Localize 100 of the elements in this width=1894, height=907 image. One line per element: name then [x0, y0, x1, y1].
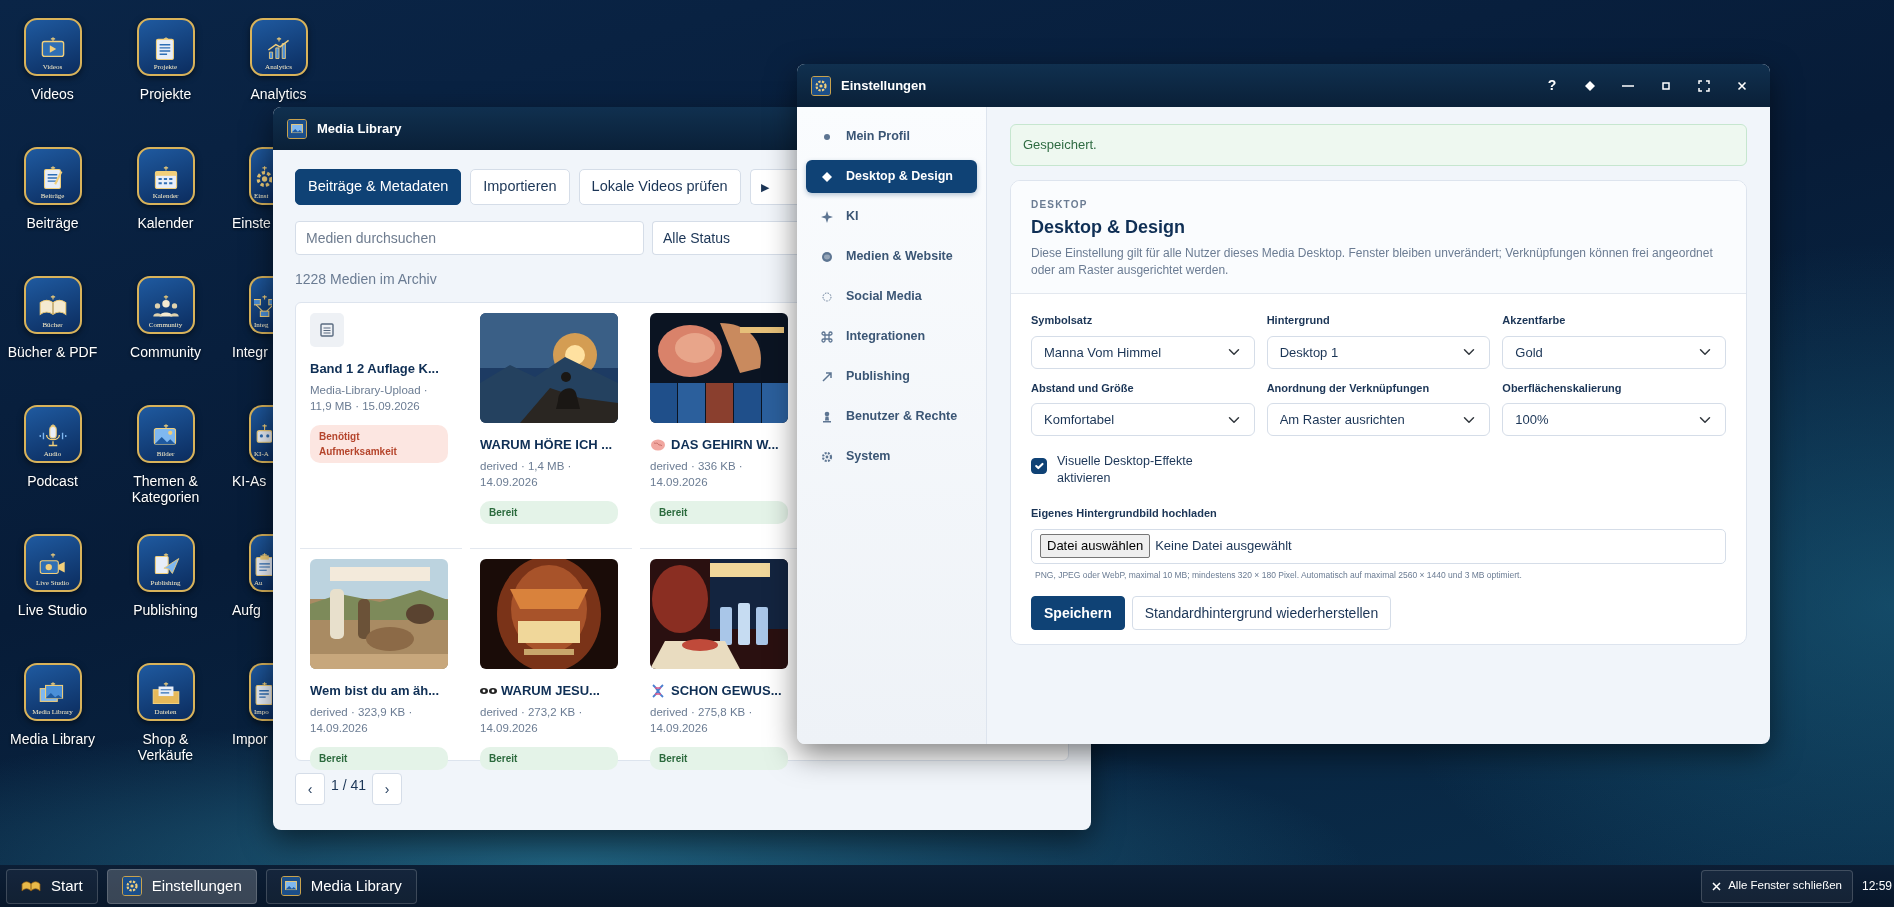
field-label: Abstand und Größe [1031, 380, 1135, 396]
nav-item[interactable]: Mein Profil [806, 120, 977, 153]
icon-label[interactable]: Kalender [113, 215, 218, 232]
image-icon [280, 876, 301, 896]
close-icon [1712, 881, 1722, 891]
media-meta: derived · 273,2 KB · 14.09.2026 [480, 704, 584, 737]
dropdown[interactable]: Gold [1502, 335, 1726, 369]
status-badge: Bereit [480, 500, 618, 524]
field-label: Akzentfarbe [1502, 313, 1567, 329]
help-text: PNG, JPEG oder WebP, maximal 10 MB; mindestens 320 × 180 Pixel. Automatisch auf maximal 2560 × 1440 und 3 MB optimiert. [1035, 568, 1523, 582]
status-badge: Bereit [650, 746, 788, 770]
icon-label[interactable]: Videos [0, 86, 105, 103]
icon-label[interactable]: Integr [232, 344, 268, 361]
status-badge: Bereit [650, 500, 788, 524]
media-meta: derived · 336 KB · 14.09.2026 [650, 458, 744, 491]
icon-label[interactable]: KI-As [232, 473, 267, 490]
book-icon [21, 879, 41, 893]
icon-label[interactable]: Aufg [232, 602, 261, 619]
clock: 12:59 [1861, 878, 1892, 895]
close-all-button[interactable]: Alle Fenster schließen [1701, 869, 1853, 903]
icon-label[interactable]: Community [113, 344, 218, 361]
icon-label[interactable]: Bücher & PDF [0, 344, 105, 361]
person-icon [820, 409, 834, 424]
taskbar-item[interactable]: Einstellungen [106, 868, 257, 904]
status-badge: Bereit [310, 746, 448, 770]
checkbox[interactable] [1031, 458, 1047, 475]
image-icon [287, 118, 307, 139]
media-title[interactable]: SCHON GEWUS... [671, 681, 782, 701]
icon-label[interactable]: Publishing [113, 602, 218, 619]
status-badge: Benötigt Aufmerksamkeit [310, 424, 448, 463]
window-title: Einstellungen [841, 76, 928, 95]
nav-item[interactable]: Publishing [806, 360, 977, 393]
field-label: Hintergrund [1266, 313, 1331, 329]
diamond-icon[interactable] [1583, 78, 1597, 93]
nav-item[interactable]: Benutzer & Rechte [806, 400, 977, 433]
dropdown[interactable]: Desktop 1 [1266, 335, 1491, 369]
status-dropdown[interactable]: Alle Status [652, 221, 797, 255]
command-icon [820, 329, 834, 344]
nav-item[interactable]: Social Media [806, 280, 977, 313]
field-label: Anordnung der Verknüpfungen [1266, 380, 1431, 396]
gear-icon [811, 75, 831, 96]
media-title[interactable]: WARUM HÖRE ICH ... [480, 435, 613, 455]
window-title: Media Library [317, 119, 402, 138]
nav-item[interactable]: System [806, 440, 977, 473]
tab[interactable]: Lokale Videos prüfen [578, 169, 741, 205]
arrow-icon [820, 369, 834, 384]
next-page-button[interactable]: › [372, 773, 403, 805]
media-title[interactable]: Wem bist du am äh... [310, 681, 440, 701]
previous-page-button[interactable]: ‹ [295, 773, 325, 805]
search-field[interactable]: Medien durchsuchen [295, 221, 644, 255]
checkbox-label[interactable]: Visuelle Desktop-Effekte aktivieren [1057, 453, 1227, 488]
nav-item[interactable]: Desktop & Design [806, 160, 977, 193]
section-heading: Desktop & Design [1031, 215, 1187, 239]
gear-icon [121, 876, 142, 896]
globe-icon [820, 249, 834, 264]
dropdown[interactable]: Komfortabel [1031, 403, 1255, 437]
icon-label[interactable]: Beiträge [0, 215, 105, 232]
media-meta: derived · 323,9 KB · 14.09.2026 [310, 704, 414, 737]
diamond-icon [820, 169, 834, 184]
dropdown[interactable]: Manna Vom Himmel [1031, 335, 1255, 369]
file-field[interactable]: Datei auswählen Keine Datei ausgewählt [1031, 528, 1726, 564]
icon-label[interactable]: Einste [232, 215, 271, 232]
icon-label[interactable]: Analytics [226, 86, 331, 103]
gear-icon [820, 449, 834, 464]
media-meta: Media-Library-Upload · 11,9 MB · 15.09.2026 [310, 382, 429, 415]
section-eyebrow: DESKTOP [1031, 197, 1089, 212]
tab[interactable]: ▶ [749, 169, 797, 205]
start-button[interactable]: Start [6, 868, 98, 904]
save-button[interactable]: Speichern [1031, 596, 1125, 631]
taskbar-item[interactable]: Media Library [265, 868, 417, 904]
icon-label[interactable]: Media Library [0, 731, 105, 748]
media-meta: derived · 1,4 MB · 14.09.2026 [480, 458, 573, 491]
media-title[interactable]: DAS GEHIRN W... [671, 435, 779, 455]
media-title[interactable]: Band 1 2 Auflage K... [310, 359, 439, 379]
icon-label[interactable]: Projekte [113, 86, 218, 103]
fullscreen-icon[interactable] [1697, 78, 1711, 93]
list-icon [320, 323, 334, 337]
status-badge: Bereit [480, 746, 618, 770]
icon-label[interactable]: Podcast [0, 473, 105, 490]
page-indicator: 1 / 41 [331, 776, 367, 795]
icon-label[interactable]: Impor [232, 731, 268, 748]
media-title[interactable]: WARUM JESU... [501, 681, 600, 701]
tab[interactable]: Importieren [470, 169, 570, 205]
dropdown[interactable]: Am Raster ausrichten [1266, 403, 1491, 437]
nav-item[interactable]: Integrationen [806, 320, 977, 353]
tab[interactable]: Beiträge & Metadaten [295, 169, 462, 205]
media-meta: derived · 275,8 KB · 14.09.2026 [650, 704, 754, 737]
icon-label[interactable]: Themen & Kategorien [113, 473, 218, 506]
dropdown[interactable]: 100% [1502, 403, 1726, 437]
nav-item[interactable]: KI [806, 200, 977, 233]
nav-item[interactable]: Medien & Website [806, 240, 977, 273]
field-label: Eigenes Hintergrundbild hochladen [1031, 506, 1218, 522]
file-status: Keine Datei ausgewählt [1155, 537, 1292, 556]
choose-file-button[interactable]: Datei auswählen [1040, 534, 1151, 558]
field-label: Oberflächenskalierung [1502, 380, 1623, 396]
media-count: 1228 Medien im Archiv [295, 270, 437, 289]
reset-button[interactable]: Standardhintergrund wiederherstellen [1131, 596, 1392, 631]
icon-label[interactable]: Live Studio [0, 602, 105, 619]
help-button[interactable]: ? [1538, 71, 1566, 100]
icon-label[interactable]: Shop & Verkäufe [113, 731, 218, 764]
